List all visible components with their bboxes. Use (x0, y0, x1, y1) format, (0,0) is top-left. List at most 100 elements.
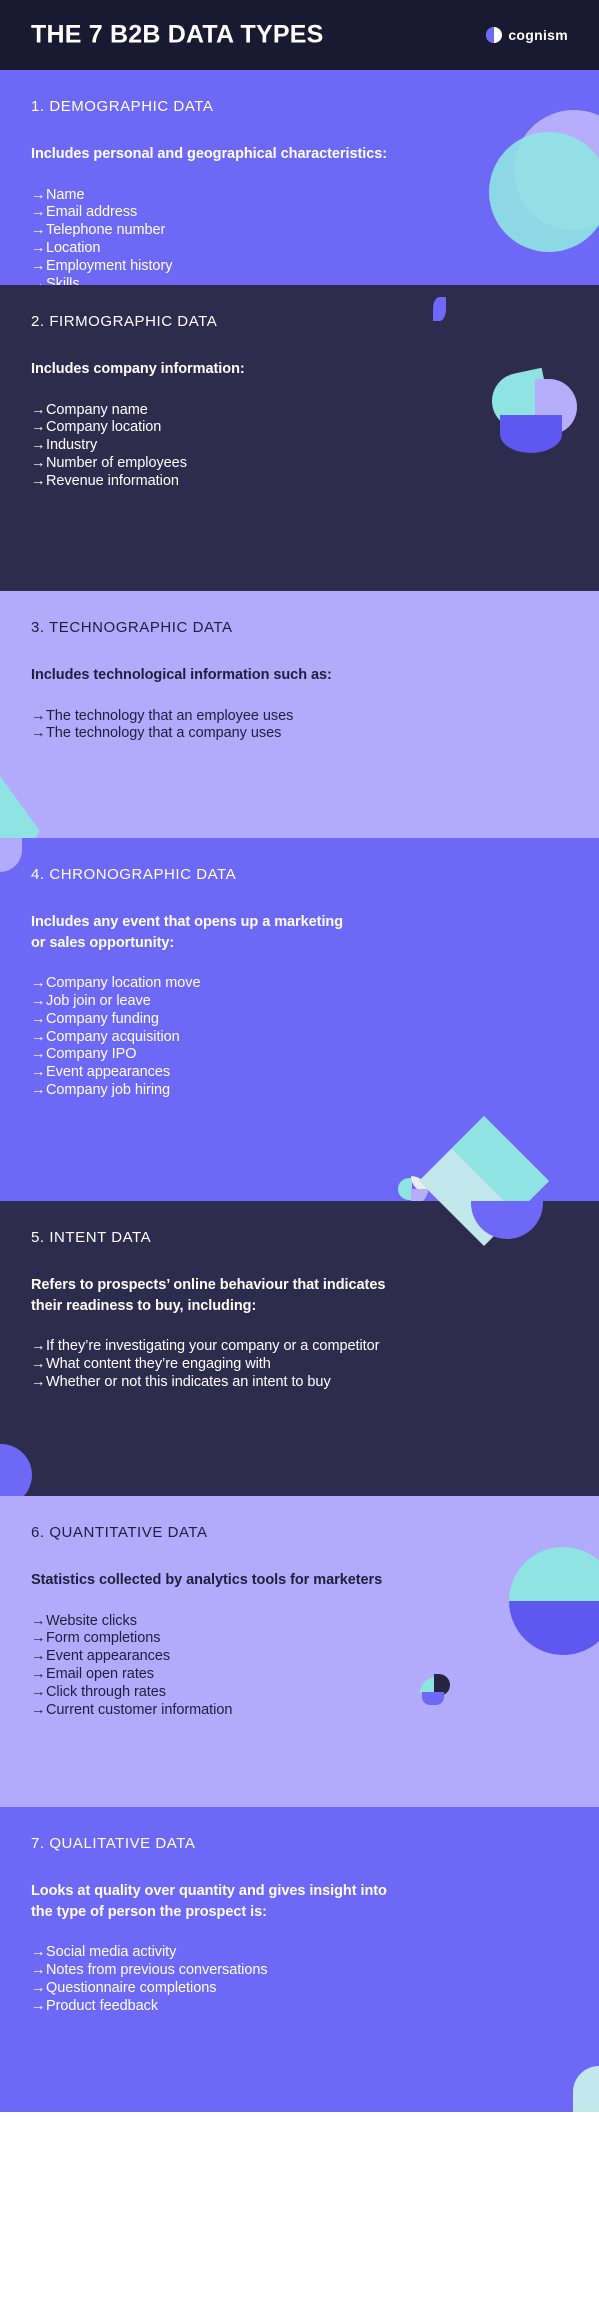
section-2-list: →Company name →Company location →Industr… (31, 402, 568, 491)
section-5-list: →If they’re investigating your company o… (31, 1338, 568, 1391)
list-item: →Notes from previous conversations (31, 1962, 568, 1980)
section-qualitative-data: 7. QUALITATIVE DATA Looks at quality ove… (0, 1807, 599, 2112)
decor-corner-arc-pale (573, 2066, 599, 2112)
list-item: →Company name (31, 402, 568, 420)
arrow-icon: → (31, 455, 46, 472)
arrow-icon: → (31, 1082, 46, 1099)
arrow-icon: → (31, 1064, 46, 1081)
list-item-label: Company job hiring (46, 1082, 171, 1099)
section-7-lead-line-2: the type of person the prospect is: (31, 1903, 267, 1920)
list-item: →Click through rates (31, 1684, 568, 1702)
section-6-title: 6. QUANTITATIVE DATA (31, 1524, 208, 1541)
list-item-label: Company funding (46, 1010, 159, 1027)
list-item: →Employment history (31, 258, 568, 276)
section-1-lead: Includes personal and geographical chara… (31, 146, 388, 162)
list-item-label: Email open rates (46, 1666, 155, 1683)
list-item-label: Current customer information (46, 1701, 233, 1718)
arrow-icon: → (31, 1612, 46, 1629)
section-1-title: 1. DEMOGRAPHIC DATA (31, 98, 214, 115)
section-4-content: 4. CHRONOGRAPHIC DATA Includes any event… (0, 838, 599, 1100)
section-2-content: 2. FIRMOGRAPHIC DATA Includes company in… (0, 285, 599, 491)
section-5-lead-line-1: Refers to prospects’ online behaviour th… (31, 1277, 386, 1293)
arrow-icon: → (31, 1944, 46, 1961)
arrow-icon: → (31, 1648, 46, 1665)
list-item: →If they’re investigating your company o… (31, 1338, 568, 1356)
arrow-icon: → (31, 1028, 46, 1045)
section-4-lead: Includes any event that opens up a marke… (31, 912, 568, 953)
list-item-label: Company acquisition (46, 1028, 180, 1045)
list-item-label: Company IPO (46, 1046, 137, 1063)
list-item: →Event appearances (31, 1648, 568, 1666)
decor-mini-pie-chart (398, 1176, 428, 1201)
arrow-icon: → (31, 472, 46, 489)
arrow-icon: → (31, 275, 46, 285)
section-6-content: 6. QUANTITATIVE DATA Statistics collecte… (0, 1496, 599, 1720)
section-3-lead: Includes technological information such … (31, 667, 332, 683)
section-firmographic-data: 2. FIRMOGRAPHIC DATA Includes company in… (0, 285, 599, 591)
list-item: →Company location move (31, 975, 568, 993)
list-item: →Company IPO (31, 1046, 568, 1064)
list-item: →Social media activity (31, 1944, 568, 1962)
arrow-icon: → (31, 1979, 46, 1996)
arrow-icon: → (31, 437, 46, 454)
list-item-label: The technology that a company uses (46, 725, 282, 742)
list-item-label: Questionnaire completions (46, 1979, 217, 1996)
list-item: →Current customer information (31, 1702, 568, 1720)
arrow-icon: → (31, 1997, 46, 2014)
section-1-list: →Name →Email address →Telephone number →… (31, 187, 568, 285)
section-4-lead-line-2: or sales opportunity: (31, 934, 175, 951)
section-7-content: 7. QUALITATIVE DATA Looks at quality ove… (0, 1807, 599, 2015)
arrow-icon: → (31, 1683, 46, 1700)
arrow-icon: → (31, 1666, 46, 1683)
section-7-lead-line-1: Looks at quality over quantity and gives… (31, 1883, 387, 1899)
list-item: →Email open rates (31, 1666, 568, 1684)
arrow-icon: → (31, 992, 46, 1009)
list-item-label: Click through rates (46, 1683, 166, 1700)
arrow-icon: → (31, 401, 46, 418)
section-intent-data: 5. INTENT DATA Refers to prospects’ onli… (0, 1201, 599, 1496)
arrow-icon: → (31, 257, 46, 274)
arrow-icon: → (31, 707, 46, 724)
list-item: →Form completions (31, 1630, 568, 1648)
section-5-title: 5. INTENT DATA (31, 1229, 152, 1246)
pie-wedge-light-purple (411, 1189, 428, 1201)
section-6-lead: Statistics collected by analytics tools … (31, 1572, 383, 1588)
list-item-label: Employment history (46, 257, 173, 274)
arrow-icon: → (31, 1630, 46, 1647)
section-1-content: 1. DEMOGRAPHIC DATA Includes personal an… (0, 70, 599, 285)
section-3-list: →The technology that an employee uses →T… (31, 708, 568, 744)
section-chronographic-data: 4. CHRONOGRAPHIC DATA Includes any event… (0, 838, 599, 1201)
list-item: →Company location (31, 419, 568, 437)
list-item-label: The technology that an employee uses (46, 707, 294, 724)
list-item: →The technology that an employee uses (31, 708, 568, 726)
arrow-icon: → (31, 419, 46, 436)
list-item-label: Job join or leave (46, 992, 151, 1009)
section-7-list: →Social media activity →Notes from previ… (31, 1944, 568, 2015)
decor-diamond-cyan-half (419, 1115, 550, 1201)
list-item-label: Industry (46, 437, 98, 454)
arrow-icon: → (31, 222, 46, 239)
list-item: →Company job hiring (31, 1082, 568, 1100)
list-item-label: Website clicks (46, 1612, 137, 1629)
cognism-logo: cognism (486, 27, 568, 43)
list-item: →Whether or not this indicates an intent… (31, 1374, 568, 1392)
section-5-content: 5. INTENT DATA Refers to prospects’ onli… (0, 1201, 599, 1392)
list-item-label: Skills (46, 275, 80, 285)
list-item-label: Event appearances (46, 1064, 171, 1081)
list-item: →Job join or leave (31, 993, 568, 1011)
list-item: →Telephone number (31, 222, 568, 240)
list-item: →Name (31, 187, 568, 205)
list-item-label: Social media activity (46, 1944, 177, 1961)
section-quantitative-data: 6. QUANTITATIVE DATA Statistics collecte… (0, 1496, 599, 1807)
list-item: →Industry (31, 437, 568, 455)
list-item-label: Email address (46, 204, 138, 221)
section-6-list: →Website clicks →Form completions →Event… (31, 1613, 568, 1720)
list-item: →Product feedback (31, 1998, 568, 2016)
arrow-icon: → (31, 1961, 46, 1978)
list-item-label: Name (46, 186, 85, 203)
list-item: →Email address (31, 204, 568, 222)
list-item: →Location (31, 240, 568, 258)
arrow-icon: → (31, 1373, 46, 1390)
arrow-icon: → (31, 725, 46, 742)
pie-wedge-white (411, 1176, 428, 1193)
